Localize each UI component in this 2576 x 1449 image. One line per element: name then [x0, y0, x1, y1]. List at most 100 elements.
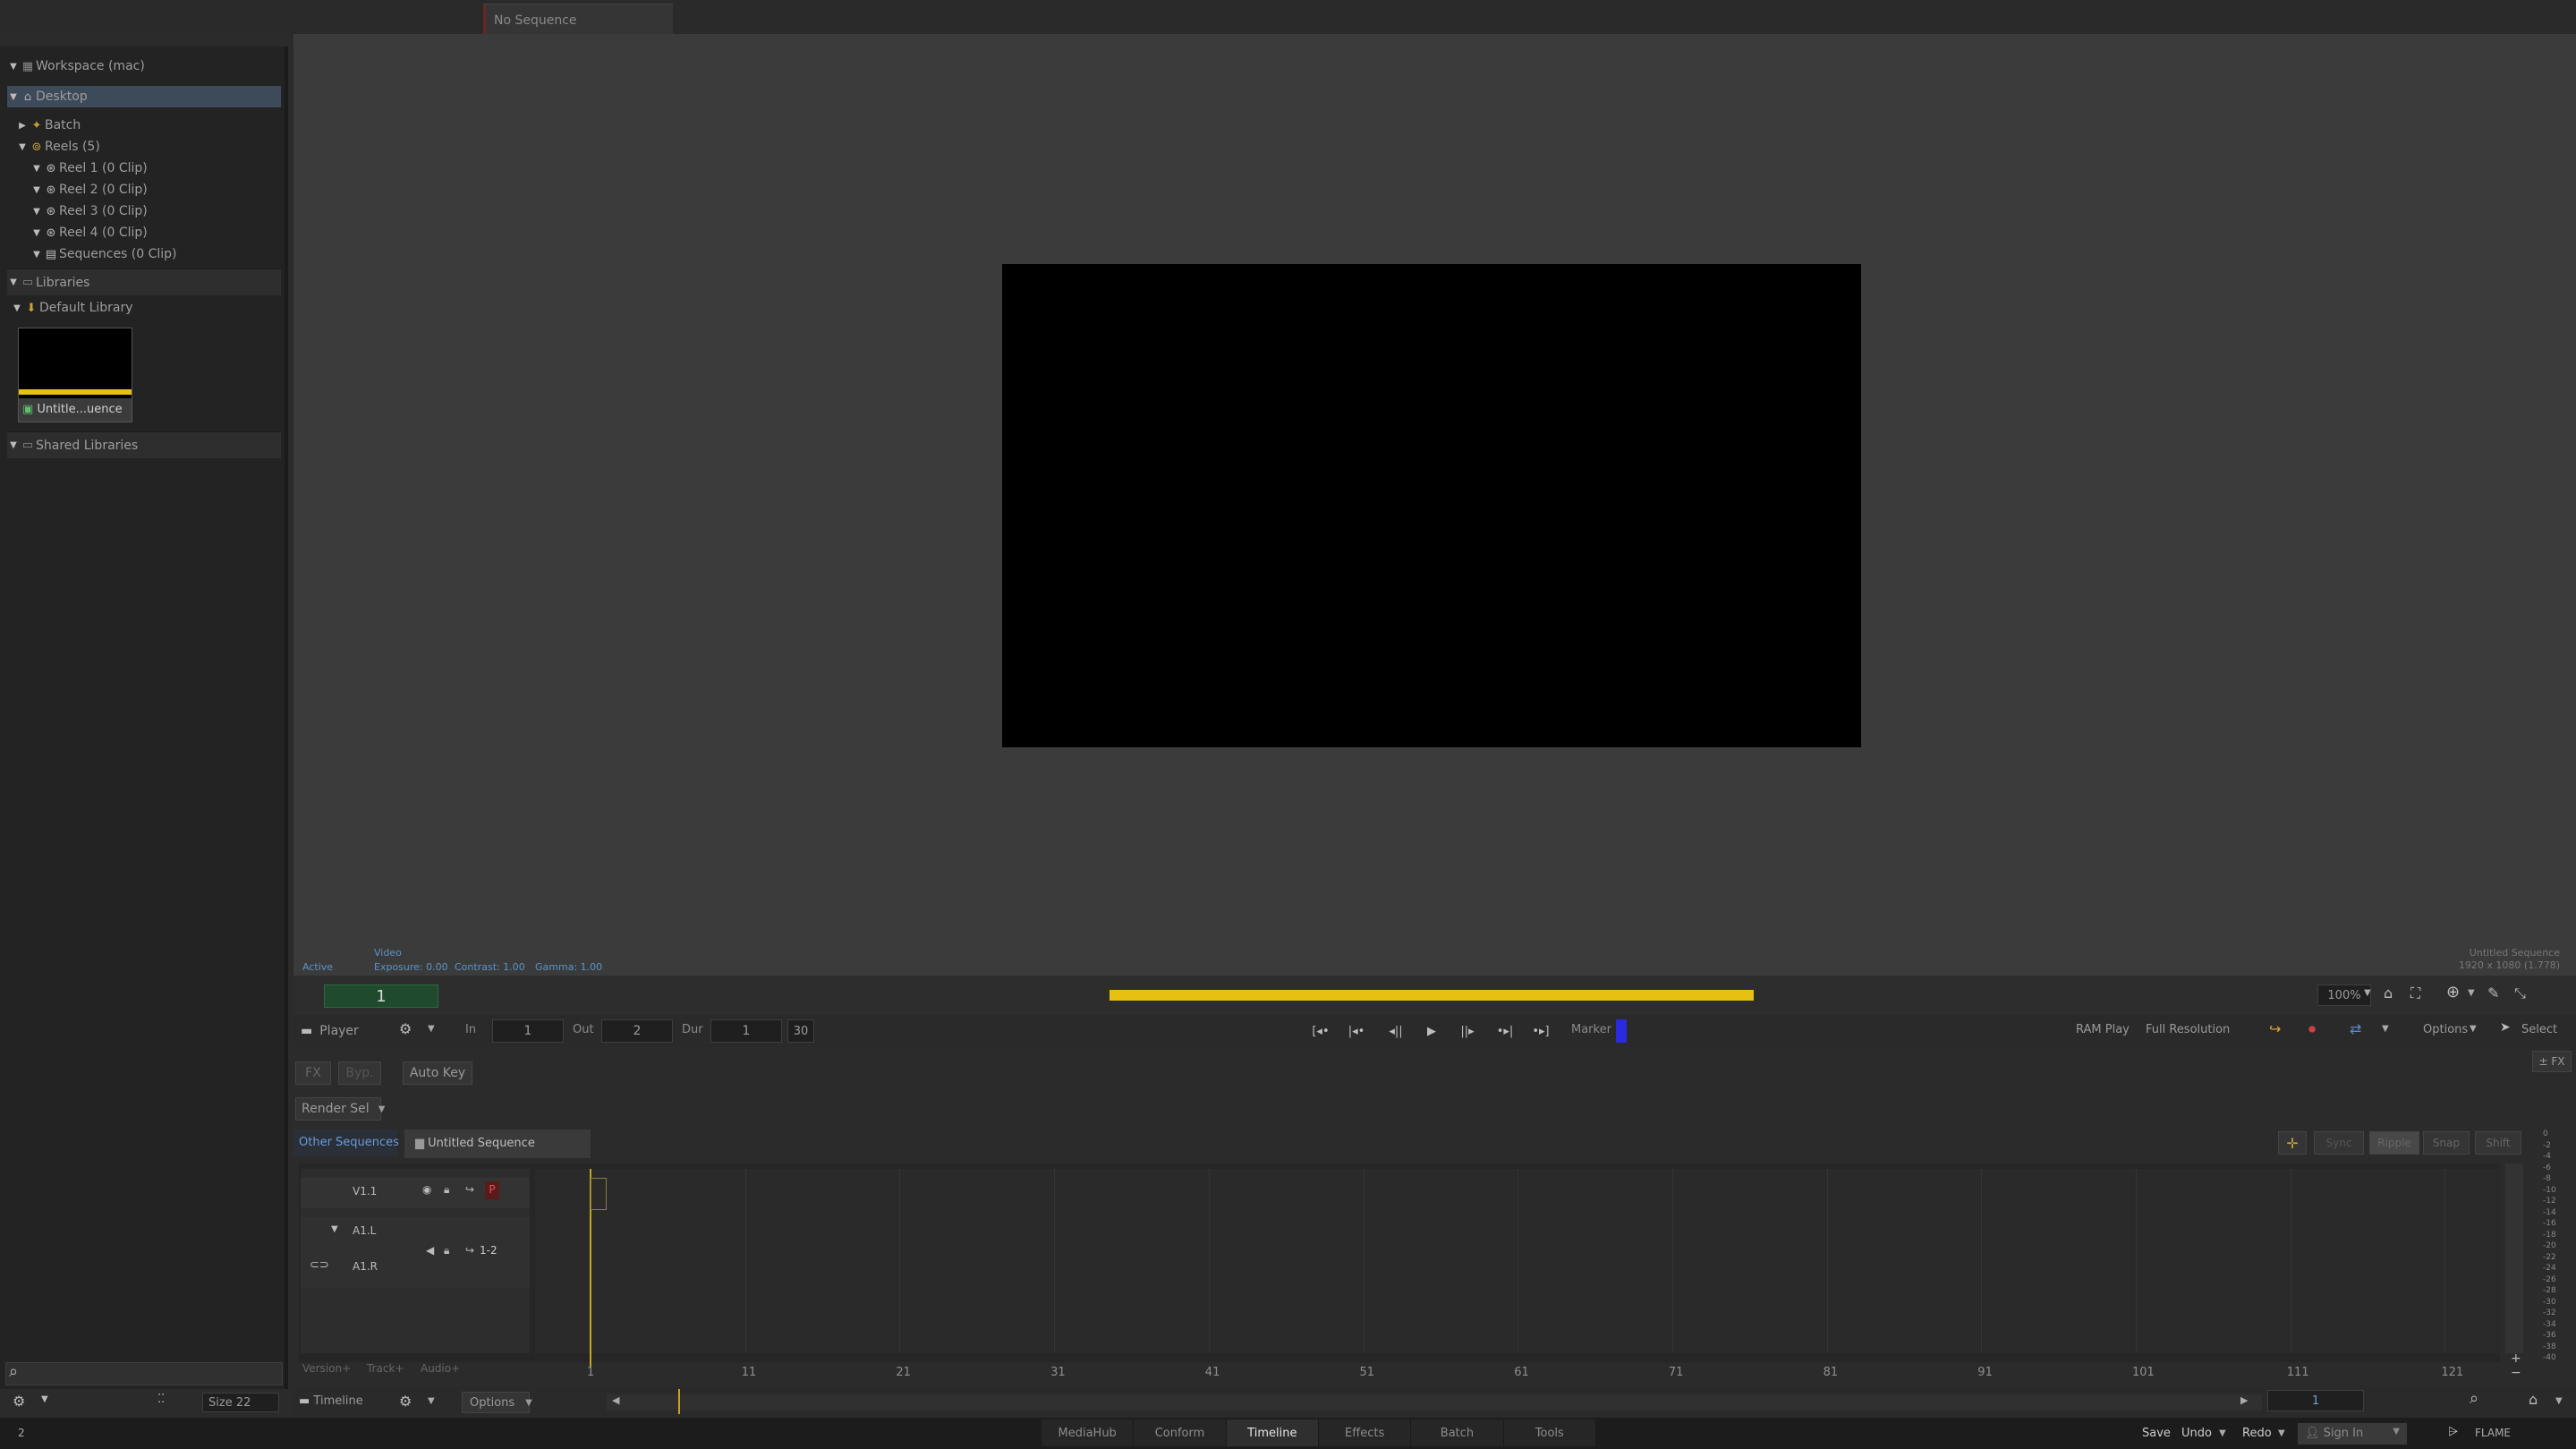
track-add-button[interactable]: Track+ [367, 1362, 404, 1375]
timeline-view-button[interactable]: ▬ Timeline [299, 1394, 363, 1408]
tree-sequences[interactable]: ▼ ▤ Sequences (0 Clip) [30, 243, 304, 265]
out-field[interactable]: 2 [601, 1019, 673, 1043]
go-to-start-icon[interactable]: [◂• [1305, 1020, 1337, 1042]
record-icon[interactable]: ⏺ [2308, 1020, 2316, 1038]
expand-icon[interactable]: ▼ [30, 207, 43, 217]
save-button[interactable]: Save [2142, 1427, 2171, 1440]
snap-toggle[interactable]: Snap [2423, 1131, 2470, 1155]
tree-libraries[interactable]: ▼ ▭ Libraries [7, 268, 281, 295]
tree-reel-2[interactable]: ▼ ⊛ Reel 2 (0 Clip) [30, 179, 304, 200]
expand-icon[interactable]: ▼ [30, 228, 43, 238]
pointer-icon[interactable]: ➤ [2500, 1020, 2511, 1035]
link-icon[interactable]: ⊂⊃ [310, 1258, 329, 1272]
step-forward-icon[interactable]: ||▸ [1451, 1020, 1484, 1042]
fx-button[interactable]: FX [295, 1061, 331, 1085]
search-icon[interactable]: ⌕ [2470, 1389, 2478, 1408]
current-frame-field[interactable]: 1 [2267, 1390, 2364, 1411]
expand-icon[interactable]: ▼ [7, 62, 20, 72]
ripple-toggle[interactable]: Ripple [2369, 1131, 2419, 1155]
tree-reels[interactable]: ▼ ⊚ Reels (5) [16, 136, 290, 158]
nav-tab-mediahub[interactable]: MediaHub [1041, 1419, 1135, 1446]
patch-icon[interactable]: ↪ [465, 1183, 474, 1196]
zoom-out-icon[interactable]: − [2511, 1366, 2521, 1380]
chevron-down-icon[interactable]: ▼ [2364, 988, 2371, 998]
chevron-down-icon[interactable]: ▼ [2278, 1428, 2285, 1438]
home-icon[interactable]: ⌂ [2529, 1391, 2538, 1408]
tree-reel-3[interactable]: ▼ ⊛ Reel 3 (0 Clip) [30, 200, 304, 222]
fit-icon[interactable]: ⛶ [2410, 984, 2420, 1002]
positioner-handle[interactable] [591, 1178, 607, 1210]
auto-key-button[interactable]: Auto Key [403, 1061, 472, 1085]
tree-batch[interactable]: ▶ ✦ Batch [16, 115, 290, 136]
lock-icon[interactable]: 🔒︎ [444, 1183, 449, 1197]
magnet-icon[interactable]: ✛ [2278, 1131, 2307, 1155]
zoom-in-icon[interactable]: + [2511, 1351, 2521, 1366]
tree-default-library[interactable]: ▼ ⬇ Default Library [11, 297, 285, 319]
sign-in-button[interactable]: 👤︎ Sign In ▼ [2298, 1423, 2407, 1445]
nav-tab-effects[interactable]: Effects [1318, 1419, 1412, 1446]
timeline-options-button[interactable]: Options ▼ [462, 1392, 532, 1413]
tab-untitled-sequence[interactable]: ▆ Untitled Sequence [404, 1129, 591, 1158]
gear-icon[interactable]: ⚙ [399, 1020, 412, 1037]
home-icon[interactable]: ⌂ [2384, 984, 2393, 1002]
play-icon[interactable]: ▶ [1416, 1020, 1448, 1042]
player-button[interactable]: ▬ Player [295, 1019, 370, 1044]
go-to-end-icon[interactable]: •▸] [1525, 1020, 1557, 1042]
scroll-position-marker[interactable] [678, 1389, 680, 1414]
step-back-icon[interactable]: ◂|| [1380, 1020, 1412, 1042]
full-resolution-button[interactable]: Full Resolution [2146, 1023, 2230, 1036]
tree-reel-1[interactable]: ▼ ⊛ Reel 1 (0 Clip) [30, 158, 304, 179]
clip-thumbnail[interactable]: ▣ Untitle...uence [18, 328, 132, 422]
sidebar-search-bar[interactable] [5, 1362, 283, 1385]
eye-icon[interactable]: ◉ [422, 1183, 431, 1196]
collapse-icon[interactable]: ▶ [16, 121, 29, 131]
gear-icon[interactable]: ⚙ [399, 1393, 412, 1410]
tab-no-sequence[interactable]: No Sequence [483, 4, 673, 34]
expand-icon[interactable]: ▼ [30, 185, 43, 195]
tree-workspace[interactable]: ▼ ▦ Workspace (mac) [7, 55, 281, 77]
timeline-scrollbar[interactable] [607, 1394, 2262, 1411]
expand-icon[interactable]: ▼ [7, 92, 20, 102]
expand-icon[interactable]: ▼ [11, 303, 23, 313]
expand-icon[interactable]: ▼ [7, 277, 20, 287]
tab-other-sequences[interactable]: Other Sequences [293, 1129, 399, 1156]
nav-tab-batch[interactable]: Batch [1411, 1419, 1504, 1446]
expand-icon[interactable]: ▼ [16, 142, 29, 152]
select-button[interactable]: Select [2521, 1023, 2557, 1036]
tree-desktop[interactable]: ▼ ⌂ Desktop [7, 86, 281, 107]
marker-color-swatch[interactable] [1616, 1019, 1627, 1043]
collapse-audio-icon[interactable]: ▼ [331, 1224, 338, 1234]
timeline-grid[interactable] [535, 1169, 2500, 1353]
tree-reel-4[interactable]: ▼ ⊛ Reel 4 (0 Clip) [30, 222, 304, 243]
chevron-down-icon[interactable]: ▼ [2468, 988, 2475, 998]
render-sel-button[interactable]: Render Sel ▼ [295, 1097, 385, 1121]
fx-toggle-button[interactable]: ± FX [2532, 1051, 2572, 1072]
crosshair-icon[interactable]: ⊕ [2446, 983, 2460, 1002]
frame-counter[interactable]: 1 [324, 984, 438, 1008]
tree-shared-libraries[interactable]: ▼ ▭ Shared Libraries [7, 431, 281, 458]
chevron-down-icon[interactable]: ▼ [2219, 1428, 2226, 1438]
chevron-down-icon[interactable]: ▼ [2382, 1024, 2389, 1034]
audio-add-button[interactable]: Audio+ [421, 1362, 460, 1375]
search-icon[interactable]: ⌕ [9, 1362, 18, 1381]
options-button[interactable]: Options [2423, 1023, 2468, 1036]
nav-tab-conform[interactable]: Conform [1134, 1419, 1227, 1446]
view-mode-icon[interactable]: ⁚⁚ [157, 1393, 165, 1406]
speaker-icon[interactable]: ◀ [426, 1244, 434, 1257]
chevron-down-icon[interactable]: ▼ [41, 1394, 48, 1404]
video-frame[interactable] [1002, 264, 1861, 747]
chevron-down-icon[interactable]: ▼ [428, 1396, 435, 1406]
primary-track-badge[interactable]: P [485, 1181, 499, 1199]
nav-tab-timeline[interactable]: Timeline [1226, 1419, 1319, 1446]
scrub-range-bar[interactable] [1109, 990, 1754, 1001]
ram-play-button[interactable]: RAM Play [2076, 1023, 2130, 1036]
scroll-left-icon[interactable]: ◀ [612, 1394, 619, 1406]
bypass-button[interactable]: Byp. [338, 1061, 381, 1085]
resize-icon[interactable]: ⤡ [2514, 984, 2526, 1002]
timeline-vertical-scrollbar[interactable] [2505, 1163, 2523, 1353]
expand-icon[interactable]: ▼ [30, 164, 43, 174]
undo-button[interactable]: Undo [2181, 1427, 2212, 1440]
overwrite-edit-icon[interactable]: ⇄ [2350, 1020, 2361, 1037]
insert-edit-icon[interactable]: ↪ [2269, 1020, 2281, 1037]
chevron-down-icon[interactable]: ▼ [2555, 1396, 2563, 1406]
